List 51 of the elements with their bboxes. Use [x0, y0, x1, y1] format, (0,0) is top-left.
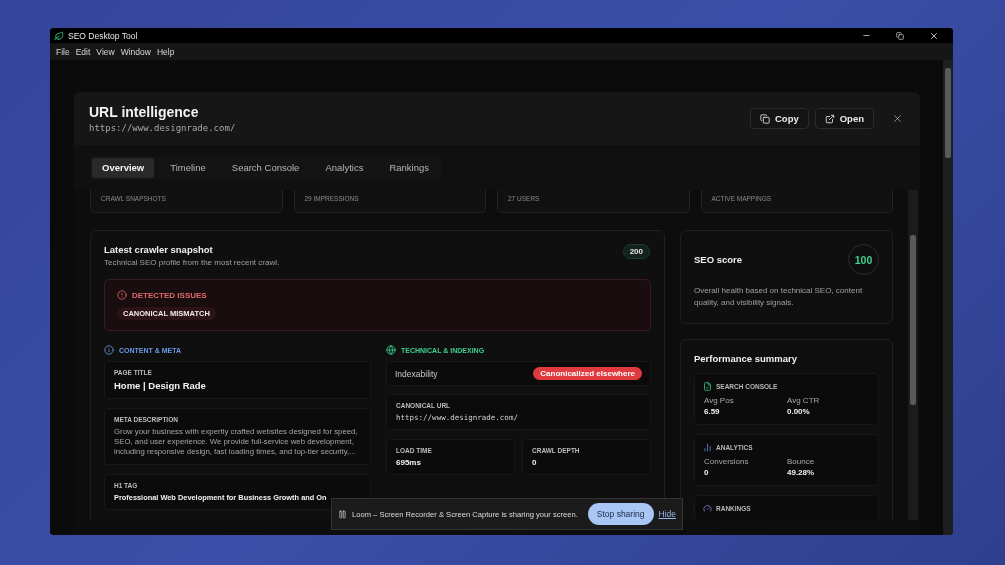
page-url: https://www.designrade.com/: [89, 123, 237, 133]
metric-label: Conversions: [704, 456, 750, 466]
gauge-icon: [703, 503, 712, 513]
stop-sharing-button[interactable]: Stop sharing: [587, 503, 654, 525]
menu-item[interactable]: View: [93, 46, 118, 57]
metric-value: 6.59: [704, 406, 721, 416]
close-icon[interactable]: [929, 30, 939, 41]
tab[interactable]: Search Console: [221, 157, 310, 178]
info-icon: [104, 345, 114, 355]
globe-icon: [386, 345, 396, 355]
card-subtitle: Technical SEO profile from the most recent crawl.: [104, 258, 281, 267]
hide-link[interactable]: Hide: [658, 509, 676, 519]
metric-label: Bounce: [787, 456, 816, 466]
tab[interactable]: Timeline: [160, 157, 216, 178]
tab[interactable]: Rankings: [379, 157, 440, 178]
metric-value: 49.28%: [787, 467, 816, 477]
scrollbar[interactable]: [943, 60, 953, 535]
copy-icon: [759, 113, 770, 124]
copy-button[interactable]: Copy: [749, 108, 809, 129]
field-label: Indexability: [395, 368, 438, 379]
modal-title: URL intelligence: [89, 104, 200, 120]
menu-item[interactable]: File: [53, 46, 73, 57]
leaf-logo-icon: [54, 30, 64, 41]
metric-label: Avg CTR: [787, 395, 821, 405]
status-code-badge: 200: [622, 244, 650, 259]
issues-title: DETECTED ISSUES: [132, 290, 207, 300]
open-button[interactable]: Open: [814, 108, 874, 129]
metric-value: 0: [704, 467, 710, 477]
bar-chart-icon: [703, 442, 712, 452]
card-title: SEO score: [694, 254, 744, 265]
restore-icon[interactable]: [896, 31, 904, 40]
card-title: Latest crawler snapshot: [104, 244, 214, 255]
field-value: Home | Design Rade: [114, 380, 207, 391]
metric-value: 695ms: [396, 458, 422, 467]
window-title: SEO Desktop Tool: [68, 30, 139, 41]
tab[interactable]: Analytics: [315, 157, 374, 178]
alert-icon: [117, 290, 127, 300]
scrollbar[interactable]: [908, 190, 918, 520]
menu-item[interactable]: Window: [117, 46, 154, 57]
menu-item[interactable]: Help: [153, 46, 178, 57]
tab[interactable]: Overview: [92, 157, 155, 178]
external-link-icon: [824, 113, 835, 124]
card-title: Performance summary: [694, 352, 798, 364]
metric-label: Avg Pos: [704, 395, 735, 405]
metric-value: 0.00%: [787, 406, 811, 416]
score-description: Overall health based on technical SEO, content quality, and visibility signals.: [694, 285, 864, 310]
document-check-icon: [703, 381, 712, 391]
indexability-badge: Canonicalized elsewhere: [533, 367, 642, 380]
menu-item[interactable]: Edit: [72, 46, 94, 57]
metric-value: 0: [532, 458, 538, 467]
pause-icon: [338, 509, 347, 519]
